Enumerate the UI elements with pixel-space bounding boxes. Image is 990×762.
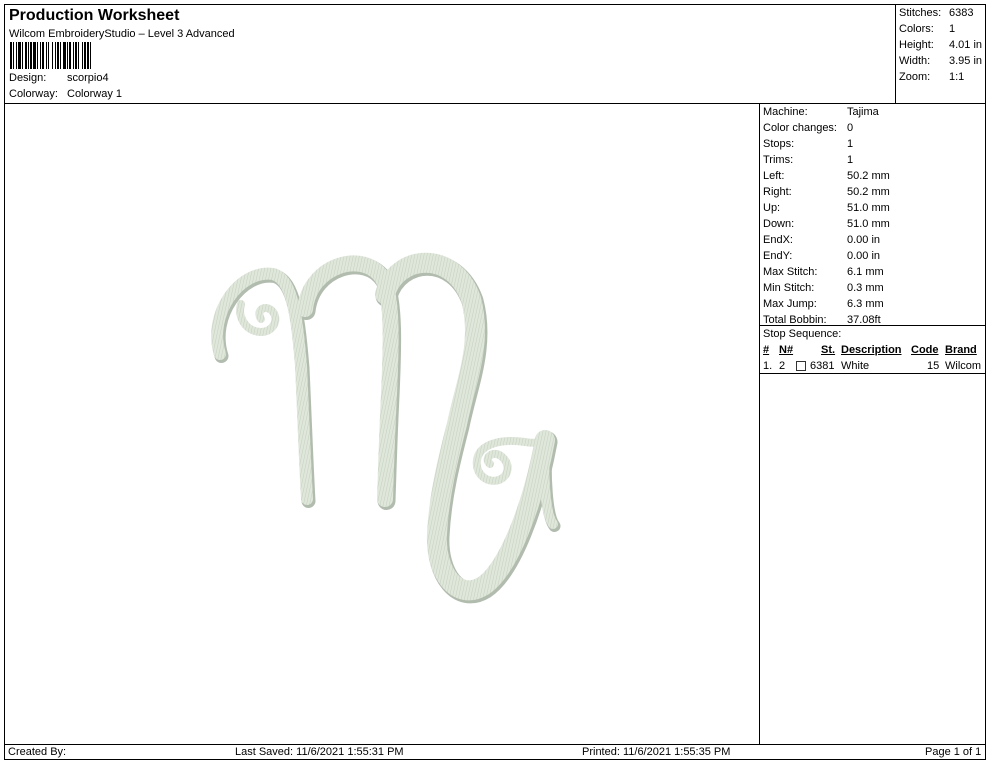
col-header-description: Description xyxy=(841,344,902,356)
max-stitch-row: Max Stitch: 6.1 mm xyxy=(763,266,884,278)
page-title: Production Worksheet xyxy=(9,7,180,24)
header-left: Production Worksheet Wilcom EmbroiderySt… xyxy=(9,5,889,104)
height-value: 4.01 in xyxy=(949,39,983,51)
right-value: 50.2 mm xyxy=(847,186,890,198)
endy-value: 0.00 in xyxy=(847,250,881,262)
left-value: 50.2 mm xyxy=(847,170,890,182)
down-value: 51.0 mm xyxy=(847,218,890,230)
barcode-icon xyxy=(10,42,91,69)
row-description: White xyxy=(841,360,870,372)
scorpio-symbol-icon xyxy=(211,252,561,604)
width-label: Width: xyxy=(899,55,931,67)
color-changes-row: Color changes: 0 xyxy=(763,122,853,134)
zoom-label: Zoom: xyxy=(899,71,931,83)
trims-label: Trims: xyxy=(763,154,794,166)
color-changes-label: Color changes: xyxy=(763,122,837,134)
left-row: Left: 50.2 mm xyxy=(763,170,890,182)
right-label: Right: xyxy=(763,186,792,198)
endy-label: EndY: xyxy=(763,250,793,262)
header: Production Worksheet Wilcom EmbroiderySt… xyxy=(5,5,985,104)
width-row: Width: 3.95 in xyxy=(899,55,982,67)
colorway-value: Colorway 1 xyxy=(67,88,123,100)
design-label: Design: xyxy=(9,72,47,84)
col-header-stitches: St. xyxy=(821,344,836,356)
width-value: 3.95 in xyxy=(949,55,983,67)
last-saved: Last Saved: 11/6/2021 1:55:31 PM xyxy=(235,746,404,758)
machine-value: Tajima xyxy=(847,106,879,118)
colorway-row: Colorway: Colorway 1 xyxy=(9,88,122,100)
colors-row: Colors: 1 xyxy=(899,23,955,35)
colors-value: 1 xyxy=(949,23,956,35)
trims-row: Trims: 1 xyxy=(763,154,853,166)
printed-date: Printed: 11/6/2021 1:55:35 PM xyxy=(582,746,731,758)
colorway-label: Colorway: xyxy=(9,88,58,100)
stitches-label: Stitches: xyxy=(899,7,942,19)
down-label: Down: xyxy=(763,218,795,230)
down-row: Down: 51.0 mm xyxy=(763,218,890,230)
max-jump-row: Max Jump: 6.3 mm xyxy=(763,298,884,310)
colors-label: Colors: xyxy=(899,23,934,35)
col-header-brand: Brand xyxy=(945,344,977,356)
design-preview xyxy=(5,104,760,744)
max-stitch-value: 6.1 mm xyxy=(847,266,884,278)
stitches-row: Stitches: 6383 xyxy=(899,7,973,19)
left-label: Left: xyxy=(763,170,785,182)
zoom-row: Zoom: 1:1 xyxy=(899,71,964,83)
design-name-row: Design: scorpio4 xyxy=(9,72,109,84)
machine-info-panel: Machine: Tajima Color changes: 0 Stops: 1 T… xyxy=(760,104,985,744)
height-row: Height: 4.01 in xyxy=(899,39,982,51)
col-header-num: # xyxy=(763,344,770,356)
min-stitch-row: Min Stitch: 0.3 mm xyxy=(763,282,884,294)
created-by: Created By: xyxy=(8,746,67,758)
col-header-code: Code xyxy=(911,344,939,356)
max-jump-label: Max Jump: xyxy=(763,298,817,310)
stop-sequence-title: Stop Sequence: xyxy=(763,328,842,340)
footer: Created By: Last Saved: 11/6/2021 1:55:3… xyxy=(5,744,985,759)
color-changes-value: 0 xyxy=(847,122,854,134)
max-jump-value: 6.3 mm xyxy=(847,298,884,310)
col-header-needle: N# xyxy=(779,344,794,356)
height-label: Height: xyxy=(899,39,934,51)
row-stitches: 6381 xyxy=(810,360,835,372)
machine-label: Machine: xyxy=(763,106,808,118)
max-stitch-label: Max Stitch: xyxy=(763,266,818,278)
endx-row: EndX: 0.00 in xyxy=(763,234,880,246)
page-number: Page 1 of 1 xyxy=(925,746,982,758)
endx-value: 0.00 in xyxy=(847,234,881,246)
row-needle: 2 xyxy=(779,360,786,372)
min-stitch-value: 0.3 mm xyxy=(847,282,884,294)
stops-row: Stops: 1 xyxy=(763,138,853,150)
stops-label: Stops: xyxy=(763,138,795,150)
right-row: Right: 50.2 mm xyxy=(763,186,890,198)
zoom-value: 1:1 xyxy=(949,71,965,83)
color-swatch xyxy=(796,361,806,371)
summary-box: Stitches: 6383 Colors: 1 Height: 4.01 in Wi… xyxy=(895,5,985,104)
min-stitch-label: Min Stitch: xyxy=(763,282,815,294)
endx-label: EndX: xyxy=(763,234,793,246)
row-code: 15 xyxy=(927,360,940,372)
worksheet: Production Worksheet Wilcom EmbroiderySt… xyxy=(4,4,986,760)
software-subtitle: Wilcom EmbroideryStudio – Level 3 Advanc… xyxy=(9,28,235,40)
stop-sequence-table: # N# St. Description Code Brand 1. 2 638… xyxy=(760,342,985,374)
up-row: Up: 51.0 mm xyxy=(763,202,890,214)
trims-value: 1 xyxy=(847,154,854,166)
row-brand: Wilcom xyxy=(945,360,982,372)
row-num: 1. xyxy=(763,360,773,372)
design-value: scorpio4 xyxy=(67,72,109,84)
stitches-value: 6383 xyxy=(949,7,974,19)
stops-value: 1 xyxy=(847,138,854,150)
up-value: 51.0 mm xyxy=(847,202,890,214)
endy-row: EndY: 0.00 in xyxy=(763,250,880,262)
machine-row: Machine: Tajima xyxy=(763,106,879,118)
up-label: Up: xyxy=(763,202,781,214)
